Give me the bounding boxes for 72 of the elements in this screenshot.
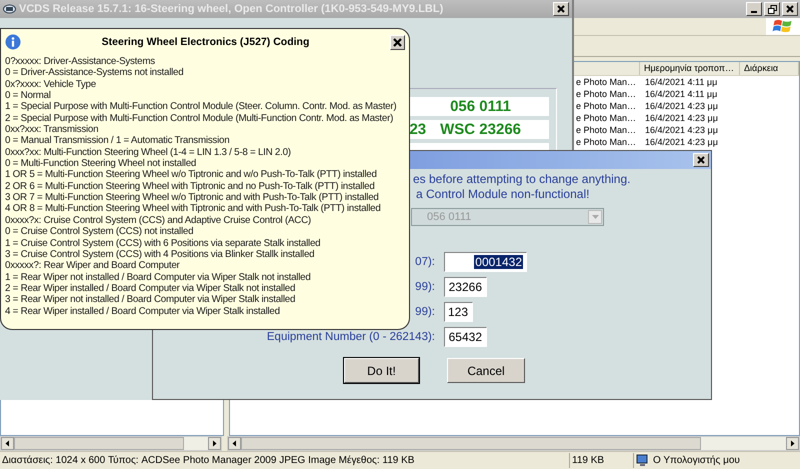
windows-flag-icon	[766, 18, 800, 35]
field-label: 99):	[415, 306, 435, 318]
coding-description: 3 = Cruise Control System (CCS) with 4 Positions via Blinker Stallk installed	[5, 248, 316, 260]
restore-icon	[768, 4, 776, 14]
coding-description: 0xxxxx?: Rear Wiper and Board Computer	[5, 260, 181, 272]
computer-icon	[636, 454, 649, 467]
coding-description: 4 = Rear Wiper installed / Board Computer via Wiper Stalk installed	[5, 306, 281, 317]
close-icon	[557, 5, 565, 13]
dialog-button[interactable]: Do It!	[344, 358, 419, 383]
column-header[interactable]: Διάρκεια	[740, 62, 799, 75]
coding-description: 0 = Manual Transmission / 1 = Automatic Transmission	[5, 135, 230, 147]
coding-description: 0 = Cruise Control System (CCS) not installed	[5, 226, 194, 238]
file-date: 16/4/2021 4:23 μμ	[644, 112, 718, 124]
column-header[interactable]: Ημερομηνία τροποπ…	[640, 62, 740, 75]
close-icon	[697, 156, 705, 164]
popup-title: Steering Wheel Electronics (J527) Coding	[100, 36, 310, 48]
coding-description: 4 OR 8 = Multi-Function Steering Wheel with Tiptronic and with Push-To-Talk (PTT) installed	[5, 203, 382, 215]
file-date: 16/4/2021 4:11 μμ	[644, 76, 718, 88]
coding-description: 0x?xxxx: Vehicle Type	[5, 78, 97, 90]
horizontal-scrollbar[interactable]	[227, 436, 800, 451]
coding-description: 1 = Special Purpose with Multi-Function Control Module (Steer. Column. Contr. Mod. as Master)	[5, 101, 398, 113]
input-field[interactable]: 23266	[444, 277, 487, 297]
scroll-left-icon[interactable]	[228, 437, 241, 450]
window-title: VCDS Release 15.7.1: 16-Steering wheel, Open Controller (1K0-953-549-MY9.LBL)	[19, 3, 444, 15]
file-date: 16/4/2021 4:11 μμ	[644, 88, 718, 100]
close-button[interactable]	[693, 153, 709, 167]
coding-description: 2 = Special Purpose with Multi-Function Control Module (Multi-Function Contr. Mod. as Master)	[5, 112, 394, 124]
horizontal-scrollbar[interactable]	[0, 436, 222, 451]
dialog-button[interactable]: Cancel	[447, 358, 525, 383]
readout-value: 056 0111	[450, 98, 511, 115]
coding-description: 0xxx?xx: Multi-Function Steering Wheel (1-4 = LIN 1.3 / 5-8 = LIN 2.0)	[5, 146, 292, 158]
field-label: 07):	[415, 256, 435, 268]
file-date: 16/4/2021 4:23 μμ	[644, 136, 718, 148]
input-field[interactable]: 0001432	[444, 252, 527, 272]
coding-description: 1 OR 5 = Multi-Function Steering Wheel w/o Tiptronic and w/o Push-To-Talk (PTT) installed	[5, 169, 378, 181]
warning-text: a Control Module non-functional!	[416, 187, 590, 202]
status-text: Ο Υπολογιστής μου	[653, 454, 740, 468]
app-icon	[3, 4, 16, 14]
close-button[interactable]	[390, 34, 405, 50]
coding-description: 0xx?xxx: Transmission	[5, 124, 100, 136]
coding-description: 0xxxx?x: Cruise Control System (CCS) and Adaptive Cruise Control (ACC)	[5, 214, 312, 226]
readout-value: WSC 23266	[440, 121, 521, 138]
coding-description: 0 = Normal	[5, 90, 52, 102]
input-field[interactable]: 123	[444, 302, 473, 322]
close-button[interactable]	[782, 2, 798, 16]
coding-description: 1 = Cruise Control System (CCS) with 6 Positions via separate Stalk installed	[5, 238, 322, 249]
coding-description: 0 = Driver-Assistance-Systems not installed	[5, 67, 184, 79]
scroll-right-icon[interactable]	[786, 437, 799, 450]
readout-value: 23	[409, 121, 426, 138]
scroll-right-icon[interactable]	[208, 437, 221, 450]
warning-text: es before attempting to change anything.	[413, 172, 630, 187]
close-icon	[786, 5, 794, 13]
scroll-left-icon[interactable]	[1, 437, 14, 450]
close-icon	[393, 38, 402, 46]
minimize-button[interactable]	[746, 2, 762, 16]
coding-description: 1 = Rear Wiper not installed / Board Computer via Wiper Stalk not installed	[5, 272, 312, 283]
coding-description: 2 = Rear Wiper installed / Board Computer via Wiper Stalk not installed	[5, 282, 296, 294]
status-text: 119 KB	[570, 453, 634, 468]
file-date: 16/4/2021 4:23 μμ	[644, 100, 718, 112]
close-button[interactable]	[553, 2, 569, 16]
restore-button[interactable]	[764, 2, 780, 16]
info-icon	[5, 34, 21, 50]
coding-description: 2 OR 6 = Multi-Function Steering Wheel with Tiptronic and no Push-To-Talk (PTT) installed	[5, 180, 376, 192]
status-text: Διαστάσεις: 1024 x 600 Τύπος: ACDSee Photo Manager 2009 JPEG Image Μέγεθος: 119 KB	[0, 453, 570, 468]
coding-description: 3 OR 7 = Multi-Function Steering Wheel w/o Tiptronic and with Push-To-Talk (PTT) installed	[5, 192, 380, 204]
input-field[interactable]: 65432	[444, 327, 487, 347]
file-date: 16/4/2021 4:23 μμ	[644, 124, 718, 136]
field-label: Equipment Number (0 - 262143):	[266, 331, 435, 343]
coding-description: 3 = Rear Wiper not installed / Board Computer via Wiper Stalk installed	[5, 294, 296, 306]
coding-description: 0?xxxxx: Driver-Assistance-Systems	[5, 56, 156, 68]
coding-description: 0 = Multi-Function Steering Wheel not installed	[5, 158, 198, 170]
field-label: 99):	[415, 281, 435, 293]
